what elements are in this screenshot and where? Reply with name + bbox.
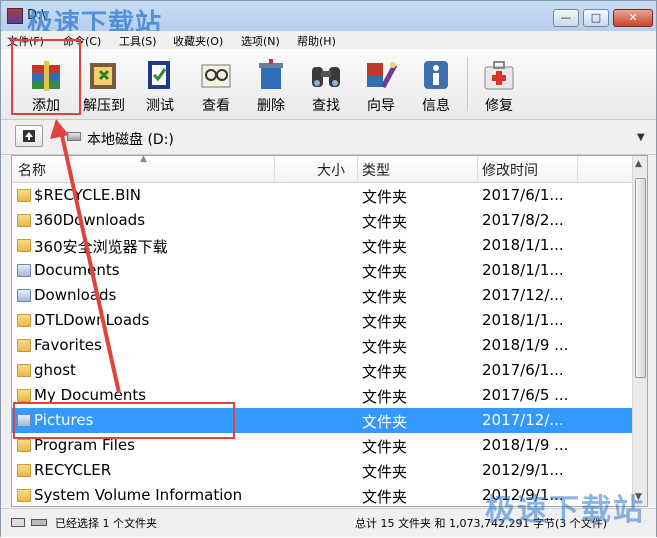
winrar-window: D:\ 极速下载站 — □ ✕ 文件(F) 命令(C) 工具(S) 收藏夹(O)… bbox=[0, 0, 657, 537]
watermark-bottom: 极速下载站 bbox=[485, 493, 645, 528]
annotation-arrow bbox=[50, 119, 121, 394]
